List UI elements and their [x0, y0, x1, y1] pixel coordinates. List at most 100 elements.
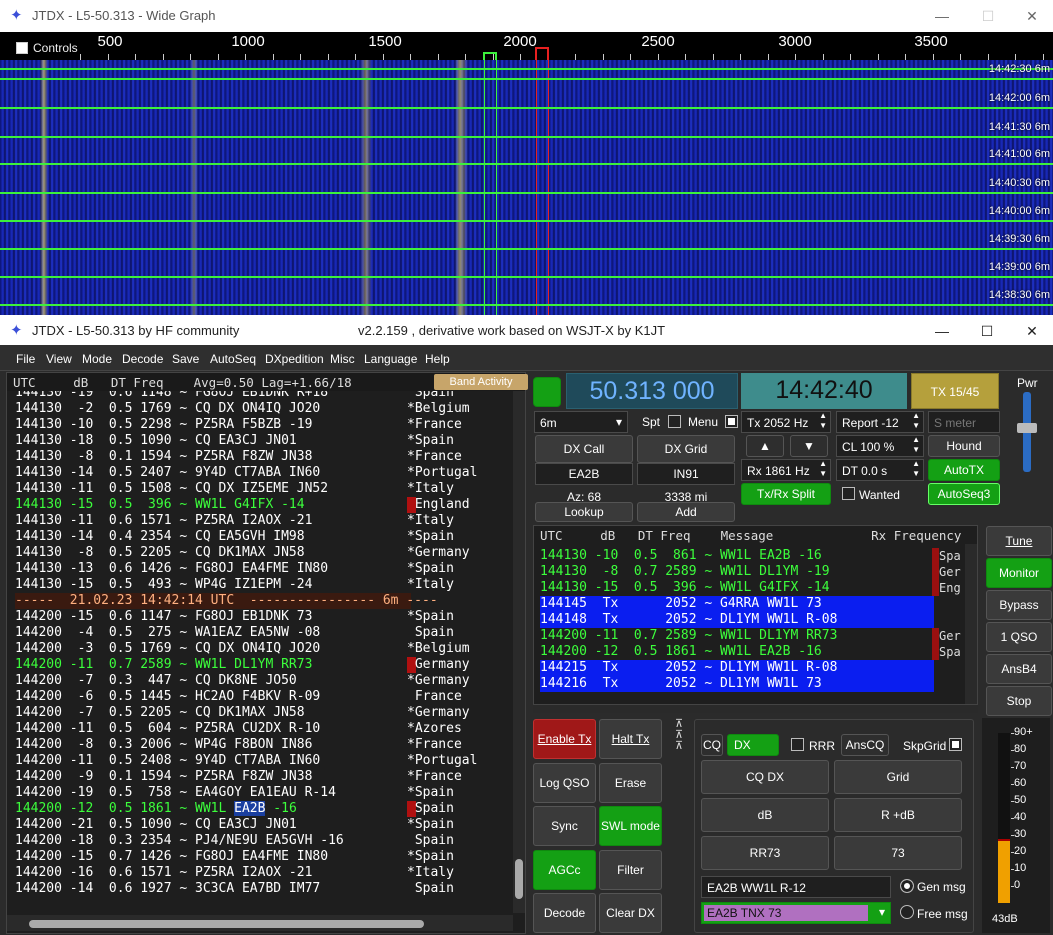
decode-row[interactable]: 144200 -18 0.3 2354 ~ PJ4/NE9U EA5GVH -1…: [15, 833, 344, 849]
menu-item-file[interactable]: File: [16, 352, 35, 366]
checkbox-icon[interactable]: [16, 42, 28, 54]
decode-row[interactable]: 144200 -14 0.6 1927 ~ 3C3CA EA7BD IM77: [15, 881, 320, 897]
filter-button[interactable]: Filter: [599, 850, 662, 890]
free-msg-radio[interactable]: [900, 905, 914, 919]
decode-row[interactable]: 144130 -13 0.6 1426 ~ FG8OJ EA4FME IN80: [15, 561, 328, 577]
spt-checkbox[interactable]: [668, 415, 681, 428]
decode-row[interactable]: 144200 -21 0.5 1090 ~ CQ EA3CJ JN01: [15, 817, 297, 833]
scrollbar-thumb[interactable]: [515, 859, 523, 899]
dx-grid-button[interactable]: DX Grid: [637, 435, 735, 463]
tx-period-button[interactable]: TX 15/45: [911, 373, 999, 409]
decode-row[interactable]: 144130 -11 0.6 1571 ~ PZ5RA I2AOX -21: [15, 513, 312, 529]
decode-row[interactable]: 144130 -15 0.5 493 ~ WP4G IZ1EPM -24: [15, 577, 312, 593]
rx-marker[interactable]: [483, 52, 497, 60]
tab-arrows-icon[interactable]: ⊼ ⊼ ⊼: [668, 719, 690, 755]
free-msg-combo[interactable]: EA2B TNX 73 ▾: [701, 902, 891, 924]
menu-item-view[interactable]: View: [46, 352, 72, 366]
tx-message-row[interactable]: 144148 Tx 2052 ~ DL1YM WW1L R-08: [540, 612, 934, 628]
decode-row[interactable]: 144200 -19 0.5 758 ~ EA4GOY EA1EAU R-14: [15, 785, 336, 801]
decode-row[interactable]: 144200 -7 0.5 2205 ~ CQ DK1MAX JN58: [15, 705, 305, 721]
skpgrid-checkbox[interactable]: [949, 738, 962, 751]
stop-button[interactable]: Stop: [986, 686, 1052, 716]
swl-mode-button[interactable]: SWL mode: [599, 806, 662, 846]
decode-row[interactable]: 144130 -10 0.5 2298 ~ PZ5RA F5BZB -19: [15, 417, 312, 433]
autoseq3-button[interactable]: AutoSeq3: [928, 483, 1000, 505]
db-button[interactable]: dB: [701, 798, 829, 832]
decode-row[interactable]: 144200 -16 0.6 1571 ~ PZ5RA I2AOX -21: [15, 865, 312, 881]
waterfall-display[interactable]: 14:42:30 6m 14:42:00 6m 14:41:30 6m 14:41:0…: [0, 60, 1053, 315]
spin-arrows-icon[interactable]: ▲ ▼: [912, 459, 920, 479]
band-activity-list[interactable]: 144130 -19 0.6 1148 ~ FG8OJ EB1DNK R+18 …: [7, 391, 513, 913]
menu-item-misc[interactable]: Misc: [330, 352, 355, 366]
decode-row[interactable]: 144200 -15 0.7 1426 ~ FG8OJ EA4FME IN80: [15, 849, 328, 865]
decode-row[interactable]: 144200 -11 0.5 604 ~ PZ5RA CU2DX R-10: [15, 721, 320, 737]
cq-dx-button[interactable]: CQ DX: [701, 760, 829, 794]
spin-arrows-icon[interactable]: ▲ ▼: [819, 459, 827, 479]
maximize-icon[interactable]: ☐: [975, 320, 999, 342]
clear-dx-button[interactable]: Clear DX: [599, 893, 662, 933]
menu-item-save[interactable]: Save: [172, 352, 199, 366]
rx-frequency-spinbox[interactable]: Rx 1861 Hz ▲ ▼: [741, 459, 831, 481]
decode-row[interactable]: 144130 -14 0.4 2354 ~ CQ EA5GVH IM98: [15, 529, 305, 545]
decode-row[interactable]: 144130 -11 0.5 1508 ~ CQ DX IZ5EME JN52: [15, 481, 328, 497]
ansb4-button[interactable]: AnsB4: [986, 654, 1052, 684]
add-button[interactable]: Add: [637, 502, 735, 522]
tx-message-row[interactable]: 144216 Tx 2052 ~ DL1YM WW1L 73: [540, 676, 934, 692]
down-arrow-button[interactable]: ▼: [790, 435, 828, 457]
decode-row[interactable]: 144200 -6 0.5 1445 ~ HC2AO F4BKV R-09: [15, 689, 320, 705]
tx-marker[interactable]: [535, 47, 549, 60]
erase-button[interactable]: Erase: [599, 763, 662, 803]
txrx-split-button[interactable]: Tx/Rx Split: [741, 483, 831, 505]
spin-arrows-icon[interactable]: ▲ ▼: [819, 411, 827, 431]
cl-spinbox[interactable]: CL 100 % ▲ ▼: [836, 435, 924, 457]
dx-grid-field[interactable]: IN91: [637, 463, 735, 485]
decode-row[interactable]: 144200 -15 0.6 1147 ~ FG8OJ EB1DNK 73: [15, 609, 312, 625]
vertical-scrollbar[interactable]: [513, 391, 525, 913]
menu-item-help[interactable]: Help: [425, 352, 450, 366]
horizontal-scrollbar[interactable]: [7, 915, 513, 931]
decode-row[interactable]: 144130 -8 0.1 1594 ~ PZ5RA F8ZW JN38: [15, 449, 312, 465]
halt-tx-button[interactable]: Halt Tx: [599, 719, 662, 759]
menu-item-dxpedition[interactable]: DXpedition: [265, 352, 324, 366]
period-separator-row[interactable]: ----- 21.02.23 14:42:14 UTC ------------…: [15, 593, 438, 609]
gen-msg-radio[interactable]: [900, 879, 914, 893]
dial-frequency-display[interactable]: 50.313 000: [566, 373, 738, 409]
decode-row[interactable]: 144130 -18 0.5 1090 ~ CQ EA3CJ JN01: [15, 433, 297, 449]
band-select[interactable]: 6m ▾: [534, 411, 628, 433]
rx-pane-splitter[interactable]: [533, 705, 978, 713]
tune-button[interactable]: Tune: [986, 526, 1052, 556]
spin-arrows-icon[interactable]: ▲ ▼: [912, 411, 920, 431]
dt-spinbox[interactable]: DT 0.0 s ▲ ▼: [836, 459, 924, 481]
dx-call-field[interactable]: EA2B: [535, 463, 633, 485]
menu-item-autoseq[interactable]: AutoSeq: [210, 352, 256, 366]
tx-message-row[interactable]: 144215 Tx 2052 ~ DL1YM WW1L R-08: [540, 660, 934, 676]
decode-row[interactable]: 144200 -7 0.3 447 ~ CQ DK8NE JO50: [15, 673, 297, 689]
hound-button[interactable]: Hound: [928, 435, 1000, 457]
1-qso-button[interactable]: 1 QSO: [986, 622, 1052, 652]
73-button[interactable]: 73: [834, 836, 962, 870]
menu-item-language[interactable]: Language: [364, 352, 417, 366]
decode-row[interactable]: 144200 -4 0.5 275 ~ WA1EAZ EA5NW -08: [15, 625, 320, 641]
band-activity-button[interactable]: Band Activity: [434, 374, 528, 390]
decode-row[interactable]: 144130 -14 0.5 2407 ~ 9Y4D CT7ABA IN60: [15, 465, 320, 481]
minimize-icon[interactable]: —: [930, 320, 954, 342]
s-meter-field[interactable]: S meter: [928, 411, 1000, 433]
menu-item-decode[interactable]: Decode: [122, 352, 163, 366]
decode-row[interactable]: 144200 -9 0.1 1594 ~ PZ5RA F8ZW JN38: [15, 769, 312, 785]
decode-row[interactable]: 144200 -12 0.5 1861 ~ WW1L EA2B -16: [15, 801, 297, 817]
log-qso-button[interactable]: Log QSO: [533, 763, 596, 803]
menu-item-mode[interactable]: Mode: [82, 352, 112, 366]
tx-frequency-spinbox[interactable]: Tx 2052 Hz ▲ ▼: [741, 411, 831, 433]
r-db-button[interactable]: R +dB: [834, 798, 962, 832]
decode-row[interactable]: 144130 -8 0.5 2205 ~ CQ DK1MAX JN58: [15, 545, 305, 561]
rx-decode-row[interactable]: 144130 -15 0.5 396 ~ WW1L G4IFX -14: [540, 580, 934, 596]
rx-decode-row[interactable]: 144200 -11 0.7 2589 ~ WW1L DL1YM RR73: [540, 628, 934, 644]
cq-button[interactable]: CQ: [701, 734, 723, 756]
close-icon[interactable]: ✕: [1020, 320, 1044, 342]
decode-row[interactable]: 144200 -11 0.5 2408 ~ 9Y4D CT7ABA IN60: [15, 753, 320, 769]
lookup-button[interactable]: Lookup: [535, 502, 633, 522]
spin-arrows-icon[interactable]: ▲ ▼: [912, 435, 920, 455]
enable-tx-button[interactable]: Enable Tx: [533, 719, 596, 759]
selected-callsign[interactable]: EA2B: [234, 801, 266, 816]
power-slider-handle[interactable]: [1017, 423, 1037, 433]
